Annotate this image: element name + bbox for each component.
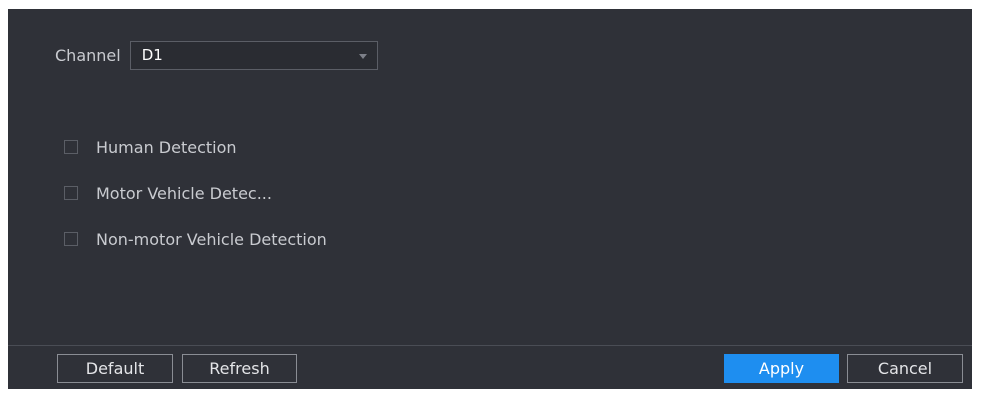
- non-motor-vehicle-detection-checkbox[interactable]: [64, 232, 78, 246]
- human-detection-option[interactable]: Human Detection: [64, 136, 237, 158]
- footer-divider: [8, 345, 972, 346]
- cancel-button[interactable]: Cancel: [847, 354, 963, 383]
- channel-select[interactable]: D1: [129, 40, 378, 70]
- default-button[interactable]: Default: [57, 354, 173, 383]
- human-detection-checkbox[interactable]: [64, 140, 78, 154]
- chevron-down-icon: [358, 53, 367, 59]
- motor-vehicle-detection-label: Motor Vehicle Detec...: [96, 183, 272, 203]
- channel-select-value: D1: [141, 46, 163, 64]
- apply-button[interactable]: Apply: [724, 354, 839, 383]
- motor-vehicle-detection-option[interactable]: Motor Vehicle Detec...: [64, 182, 272, 204]
- channel-label: Channel: [55, 45, 121, 65]
- settings-panel: Channel D1 Human Detection Motor Vehicle…: [8, 9, 972, 389]
- channel-row: Channel D1: [55, 40, 378, 70]
- refresh-button[interactable]: Refresh: [182, 354, 297, 383]
- motor-vehicle-detection-checkbox[interactable]: [64, 186, 78, 200]
- human-detection-label: Human Detection: [96, 137, 237, 157]
- non-motor-vehicle-detection-option[interactable]: Non-motor Vehicle Detection: [64, 228, 327, 250]
- non-motor-vehicle-detection-label: Non-motor Vehicle Detection: [96, 229, 327, 249]
